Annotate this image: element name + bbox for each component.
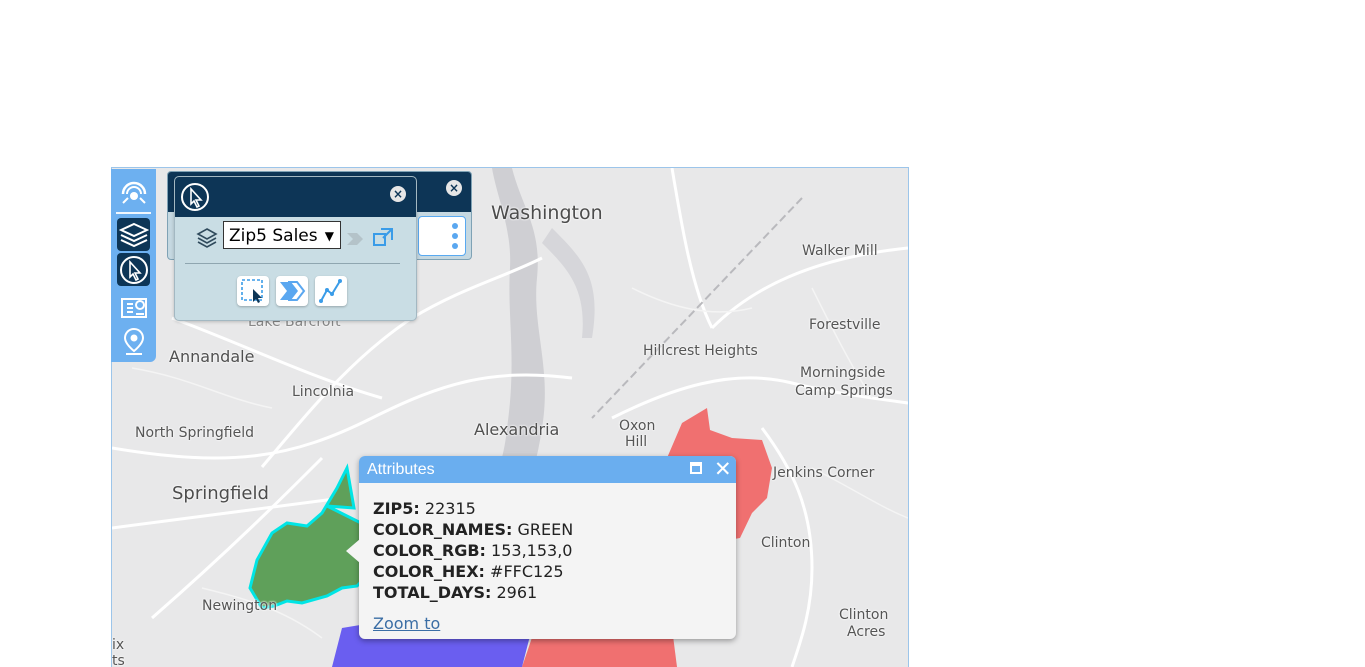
layers-icon (118, 222, 149, 247)
place-label: Alexandria (474, 420, 560, 439)
place-label: Washington (491, 202, 603, 224)
place-label: Hillcrest Heights (643, 343, 758, 359)
attribute-value: 153,153,0 (491, 541, 573, 560)
attribute-label: COLOR_NAMES: (373, 520, 513, 539)
layer-field[interactable] (418, 216, 466, 256)
place-label: Walker Mill (802, 243, 878, 259)
place-label: ix (112, 637, 125, 653)
place-label: Springfield (172, 483, 269, 504)
place-label: Clinton (839, 607, 889, 623)
attribute-value: GREEN (517, 520, 574, 539)
attribute-label: TOTAL_DAYS: (373, 583, 492, 602)
layer-select-value: Zip5 Sales (229, 226, 318, 246)
location-button[interactable] (117, 324, 150, 357)
layer-select[interactable]: Zip5 Sales ▼ (223, 221, 341, 249)
place-label: Morningside (800, 365, 886, 381)
overview-button[interactable] (117, 175, 150, 208)
attribute-label: COLOR_RGB: (373, 541, 486, 560)
place-label: Forestville (809, 317, 881, 333)
place-label: Newington (202, 598, 278, 614)
attribute-label: ZIP5: (373, 499, 420, 518)
divider (185, 263, 400, 264)
attribute-value: 2961 (496, 583, 538, 602)
polyline-icon (319, 279, 342, 303)
place-label: Lincolnia (292, 384, 355, 400)
chevron-down-icon: ▼ (324, 229, 334, 243)
place-label: Annandale (169, 347, 255, 366)
place-label: Clinton (761, 535, 811, 551)
select-by-rectangle-button[interactable] (237, 276, 269, 306)
place-label: ts (112, 653, 125, 667)
place-label: Jenkins Corner (773, 465, 875, 481)
buffer-select-button[interactable] (276, 276, 308, 306)
buffer-arrow-icon[interactable] (345, 228, 367, 250)
map-toolbar (111, 169, 156, 362)
rectangle-select-icon (241, 279, 263, 303)
attribute-row: TOTAL_DAYS: 2961 (373, 582, 573, 603)
close-icon[interactable]: × (446, 180, 462, 196)
buffer-arrow-icon (280, 281, 306, 301)
select-icon (119, 255, 148, 284)
layers-button[interactable] (117, 218, 150, 251)
maximize-icon[interactable] (690, 462, 702, 474)
close-icon[interactable]: × (390, 186, 406, 202)
popup-title: Attributes (359, 456, 736, 483)
place-label: Acres (847, 624, 886, 640)
attribute-row: COLOR_NAMES: GREEN (373, 519, 573, 540)
attribute-row: COLOR_HEX: #FFC125 (373, 561, 573, 582)
attribute-list: ZIP5: 22315 COLOR_NAMES: GREEN COLOR_RGB… (373, 498, 573, 603)
layers-icon (196, 228, 218, 248)
location-pin-icon (123, 327, 144, 355)
attribute-value: #FFC125 (490, 562, 564, 581)
place-label: Hill (625, 434, 648, 450)
select-icon (181, 183, 209, 211)
zoom-to-link[interactable]: Zoom to (373, 614, 440, 633)
attribute-row: COLOR_RGB: 153,153,0 (373, 540, 573, 561)
map-legend-icon (120, 297, 147, 318)
select-button[interactable] (117, 253, 150, 286)
close-icon[interactable]: ✕ (714, 457, 732, 481)
panel-header: × (175, 177, 416, 217)
attribute-value: 22315 (424, 499, 476, 518)
overview-icon (121, 181, 146, 204)
attribute-row: ZIP5: 22315 (373, 498, 573, 519)
popup-pointer (346, 539, 360, 563)
map-legend-button[interactable] (117, 290, 150, 323)
select-panel: × Zip5 Sales ▼ (174, 176, 417, 321)
more-options-icon (452, 223, 458, 249)
place-label: North Springfield (135, 425, 254, 441)
place-label: Camp Springs (795, 383, 893, 399)
clear-selection-icon[interactable] (372, 226, 394, 248)
select-by-line-button[interactable] (315, 276, 347, 306)
place-label: Oxon (619, 418, 656, 434)
attributes-popup: Attributes ✕ ZIP5: 22315 COLOR_NAMES: GR… (346, 456, 736, 639)
attribute-label: COLOR_HEX: (373, 562, 485, 581)
